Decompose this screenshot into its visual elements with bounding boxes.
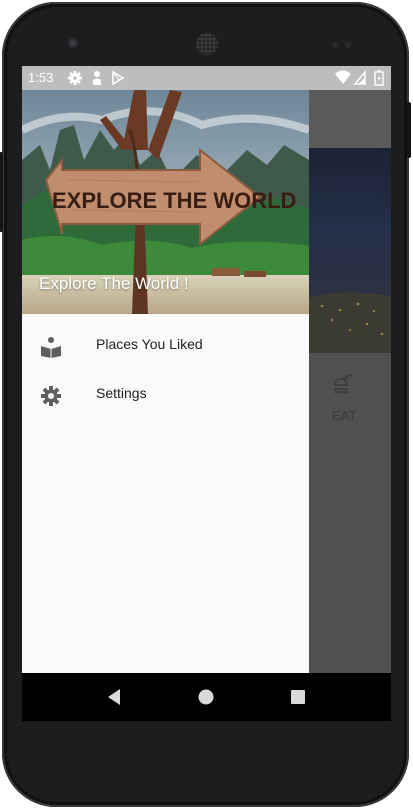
drawer-item-settings[interactable]: Settings	[22, 371, 309, 419]
status-bar: 1:53	[22, 66, 391, 90]
earpiece-speaker	[196, 33, 218, 55]
sensor	[345, 42, 351, 48]
battery-icon	[374, 70, 384, 86]
gear-icon	[41, 386, 61, 406]
drawer-item-places-you-liked[interactable]: Places You Liked	[22, 322, 309, 370]
food-icon	[334, 374, 352, 393]
play-store-icon	[112, 70, 125, 86]
signal-icon	[353, 70, 366, 85]
sensor	[332, 42, 338, 48]
drawer-item-label: Places You Liked	[96, 336, 203, 352]
drawer-header: EXPLORE THE WORLD Explore The World !	[22, 90, 309, 314]
tab-eat-label[interactable]: EAT	[332, 408, 356, 423]
system-navigation-bar	[22, 673, 391, 721]
gear-icon	[68, 71, 82, 85]
home-button[interactable]	[196, 685, 216, 709]
drawer-item-label: Settings	[96, 385, 147, 401]
navigation-drawer: EXPLORE THE WORLD Explore The World ! Pl…	[22, 90, 309, 673]
volume-button	[0, 152, 3, 232]
book-person-icon	[41, 337, 61, 358]
back-button[interactable]	[104, 685, 124, 709]
status-time: 1:53	[28, 70, 54, 85]
wifi-icon	[335, 70, 351, 84]
person-icon	[93, 71, 101, 85]
recents-button[interactable]	[288, 685, 308, 709]
front-camera	[68, 38, 78, 48]
sign-caption: EXPLORE THE WORLD	[52, 188, 296, 213]
drawer-header-title: Explore The World !	[39, 274, 189, 293]
device-screen: 1:53 EAT EXPLORE THE WORLD Explore The W…	[22, 66, 391, 721]
power-button	[407, 102, 411, 158]
